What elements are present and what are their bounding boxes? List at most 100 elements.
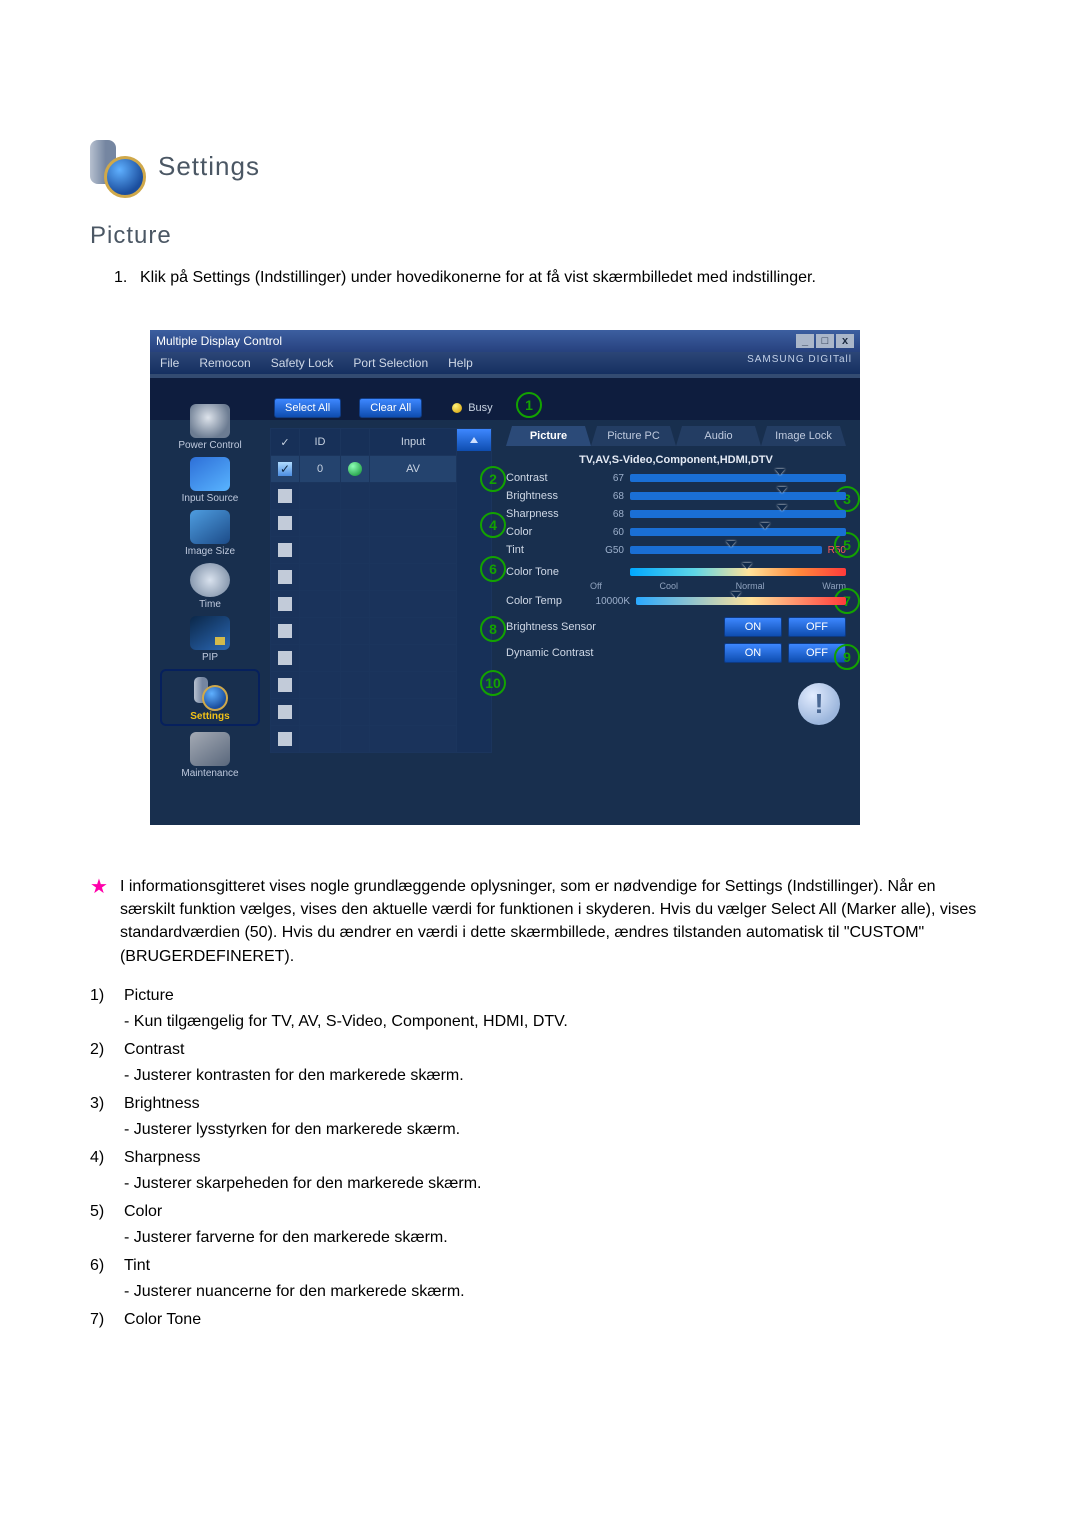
clock-icon (190, 563, 230, 597)
sidebar-label-settings: Settings (162, 711, 258, 722)
busy-indicator-icon (452, 403, 462, 413)
note-2-title: Contrast (124, 1038, 464, 1062)
callout-10: 10 (480, 670, 506, 696)
color-slider[interactable] (630, 528, 846, 536)
menu-safety-lock[interactable]: Safety Lock (271, 356, 334, 370)
contrast-slider[interactable] (630, 474, 846, 482)
brightness-slider[interactable] (630, 492, 846, 500)
clear-all-button[interactable]: Clear All (359, 398, 422, 418)
sidebar-item-input-source[interactable]: Input Source (162, 457, 258, 504)
color-tone-slider[interactable] (630, 568, 846, 576)
sidebar-item-maintenance[interactable]: Maintenance (162, 732, 258, 779)
dynamic-contrast-on-button[interactable]: ON (724, 643, 782, 663)
busy-label: Busy (468, 402, 492, 414)
brightness-sensor-on-button[interactable]: ON (724, 617, 782, 637)
select-all-button[interactable]: Select All (274, 398, 341, 418)
sidebar-label-time: Time (162, 599, 258, 610)
table-header-id: ID (300, 429, 341, 456)
tab-picture-pc[interactable]: Picture PC (591, 426, 676, 446)
section-title: Picture (90, 222, 990, 250)
note-5-desc: - Justerer farverne for den markerede sk… (124, 1226, 448, 1250)
note-6-number: 6) (90, 1254, 114, 1304)
table-header-status (341, 429, 370, 456)
note-5-number: 5) (90, 1200, 114, 1250)
power-icon (190, 404, 230, 438)
note-6-desc: - Justerer nuancerne for den markerede s… (124, 1280, 465, 1304)
sidebar: Power Control Input Source Image Size Ti… (156, 394, 264, 785)
window-close-button[interactable]: x (836, 334, 854, 348)
menu-port-selection[interactable]: Port Selection (353, 356, 428, 370)
sidebar-label-input: Input Source (162, 493, 258, 504)
note-4-desc: - Justerer skarpeheden for den markerede… (124, 1172, 481, 1196)
menu-help[interactable]: Help (448, 356, 473, 370)
tint-slider[interactable] (630, 546, 822, 554)
brand-label: SAMSUNG DIGITall (747, 354, 852, 365)
tint-value-left: G50 (590, 545, 624, 556)
cell-input: AV (370, 456, 457, 483)
doc-settings-icon (90, 140, 142, 192)
table-header-check[interactable]: ✓ (271, 429, 300, 456)
step-1-text: Klik på Settings (Indstillinger) under h… (140, 266, 816, 290)
doc-title: Settings (158, 151, 260, 182)
tab-image-lock[interactable]: Image Lock (761, 426, 846, 446)
sidebar-label-maint: Maintenance (162, 768, 258, 779)
note-3-number: 3) (90, 1092, 114, 1142)
tint-label: Tint (506, 544, 584, 556)
color-value: 60 (590, 527, 624, 538)
sharpness-value: 68 (590, 509, 624, 520)
color-label: Color (506, 526, 584, 538)
sidebar-item-power-control[interactable]: Power Control (162, 404, 258, 451)
color-temp-value: 10000K (590, 596, 630, 607)
note-3-title: Brightness (124, 1092, 460, 1116)
note-5-title: Color (124, 1200, 448, 1224)
callout-4: 4 (480, 512, 506, 538)
sharpness-slider[interactable] (630, 510, 846, 518)
sidebar-item-pip[interactable]: PIP (162, 616, 258, 663)
star-icon: ★ (90, 877, 108, 968)
window-maximize-button[interactable]: □ (816, 334, 834, 348)
step-1-number: 1. (114, 266, 132, 290)
info-icon: ! (798, 683, 840, 725)
dynamic-contrast-label: Dynamic Contrast (506, 647, 622, 659)
device-table: ✓ ID Input (270, 428, 492, 753)
callout-9: 9 (834, 644, 860, 670)
menu-file[interactable]: File (160, 356, 179, 370)
note-3-desc: - Justerer lysstyrken for den markerede … (124, 1118, 460, 1142)
sharpness-label: Sharpness (506, 508, 584, 520)
tone-off: Off (590, 581, 602, 591)
brightness-value: 68 (590, 491, 624, 502)
note-4-title: Sharpness (124, 1146, 481, 1170)
note-7-title: Color Tone (124, 1308, 201, 1332)
sidebar-item-time[interactable]: Time (162, 563, 258, 610)
scroll-up-button[interactable] (457, 429, 491, 451)
callout-6: 6 (480, 556, 506, 582)
color-tone-label: Color Tone (506, 566, 584, 578)
input-source-icon (190, 457, 230, 491)
tab-audio[interactable]: Audio (676, 426, 761, 446)
sidebar-item-image-size[interactable]: Image Size (162, 510, 258, 557)
window-minimize-button[interactable]: _ (796, 334, 814, 348)
note-2-desc: - Justerer kontrasten for den markerede … (124, 1064, 464, 1088)
sidebar-label-power: Power Control (162, 440, 258, 451)
contrast-label: Contrast (506, 472, 584, 484)
callout-2: 2 (480, 466, 506, 492)
callout-1: 1 (516, 392, 542, 418)
window-title: Multiple Display Control (156, 334, 282, 348)
sidebar-item-settings[interactable]: Settings (160, 669, 260, 726)
table-header-input: Input (370, 429, 457, 456)
checkbox-icon: ✓ (272, 436, 298, 449)
brightness-sensor-off-button[interactable]: OFF (788, 617, 846, 637)
tab-picture[interactable]: Picture (506, 426, 591, 446)
note-1-number: 1) (90, 984, 114, 1034)
color-temp-slider[interactable] (636, 597, 846, 605)
tone-normal: Normal (736, 581, 765, 591)
cell-id: 0 (300, 456, 341, 483)
brightness-sensor-label: Brightness Sensor (506, 621, 622, 633)
note-7-number: 7) (90, 1308, 114, 1334)
menu-remocon[interactable]: Remocon (199, 356, 250, 370)
note-2-number: 2) (90, 1038, 114, 1088)
note-1-title: Picture (124, 984, 568, 1008)
sidebar-label-pip: PIP (162, 652, 258, 663)
color-temp-label: Color Temp (506, 595, 584, 607)
input-types-label: TV,AV,S-Video,Component,HDMI,DTV (506, 454, 846, 466)
